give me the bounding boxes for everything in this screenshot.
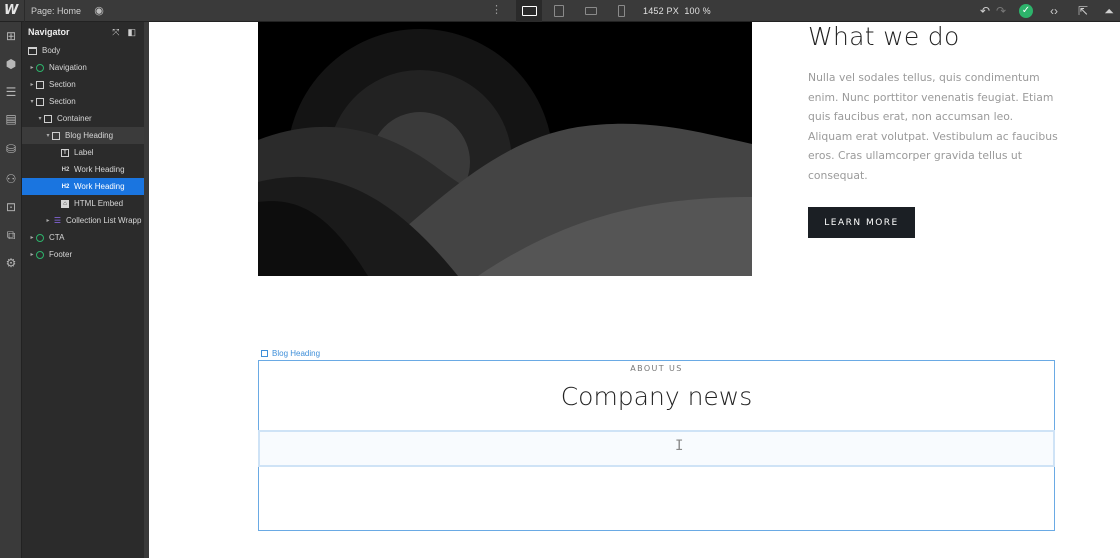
div-block-icon bbox=[52, 131, 60, 140]
tree-item-label: CTA bbox=[49, 233, 65, 242]
mobile-portrait-icon bbox=[617, 5, 625, 17]
navigator-title: Navigator bbox=[28, 27, 70, 37]
tree-item-label: Body bbox=[42, 46, 61, 55]
design-canvas[interactable]: What we do Nulla vel sodales tellus, qui… bbox=[149, 22, 1120, 558]
tablet-icon bbox=[554, 5, 564, 17]
symbol-icon bbox=[36, 250, 44, 259]
dock-panel-icon[interactable]: ◧ bbox=[127, 27, 136, 38]
assets-icon[interactable]: ⧉ bbox=[3, 227, 19, 243]
tree-item-label-element[interactable]: T Label bbox=[22, 144, 144, 161]
text-block-icon: T bbox=[61, 148, 69, 157]
mobile-landscape-icon bbox=[585, 7, 597, 15]
tree-item-label: Label bbox=[74, 148, 94, 157]
users-icon[interactable]: ⚇ bbox=[3, 171, 19, 187]
tree-item-label: Collection List Wrapp bbox=[66, 216, 142, 225]
pages-icon[interactable]: ▤ bbox=[3, 111, 19, 127]
expand-caret-icon[interactable]: ▸ bbox=[44, 217, 52, 224]
code-icon[interactable]: ‹› bbox=[1046, 3, 1062, 19]
tablet-breakpoint-button[interactable] bbox=[546, 0, 572, 22]
learn-more-button[interactable]: LEARN MORE bbox=[808, 207, 915, 238]
collapse-caret-icon[interactable]: ▾ bbox=[36, 115, 44, 122]
tree-item-html-embed[interactable]: ⌂ HTML Embed bbox=[22, 195, 144, 212]
collection-icon: ☰ bbox=[53, 216, 62, 225]
canvas-zoom: 100 % bbox=[684, 6, 711, 16]
what-we-do-heading[interactable]: What we do bbox=[808, 22, 960, 51]
embed-icon: ⌂ bbox=[61, 199, 69, 208]
abstract-hills-image bbox=[258, 22, 752, 276]
top-toolbar: W Page: Home ◉ ⋮ 1452 PX 100 % ↶ ↷ ✓ ‹› … bbox=[0, 0, 1120, 22]
mobile-portrait-breakpoint-button[interactable] bbox=[608, 0, 634, 22]
symbol-icon bbox=[36, 233, 44, 242]
redo-icon[interactable]: ↷ bbox=[993, 3, 1009, 19]
webflow-logo[interactable]: W bbox=[4, 3, 20, 19]
tree-item-navigation[interactable]: ▸ Navigation bbox=[22, 59, 144, 76]
what-we-do-paragraph[interactable]: Nulla vel sodales tellus, quis condiment… bbox=[808, 68, 1058, 186]
work-heading-editing[interactable]: I bbox=[258, 430, 1055, 467]
section-icon bbox=[36, 97, 44, 106]
expand-caret-icon[interactable]: ▸ bbox=[28, 64, 36, 71]
more-options-icon[interactable]: ⋮ bbox=[491, 3, 502, 16]
tree-item-label: Container bbox=[57, 114, 92, 123]
desktop-icon bbox=[521, 6, 537, 16]
navigator-header: Navigator ⤧ ◧ bbox=[22, 22, 144, 42]
blog-heading-block[interactable]: ABOUT US Company news I bbox=[258, 360, 1055, 531]
tree-item-container[interactable]: ▾ Container bbox=[22, 110, 144, 127]
components-icon[interactable]: ⬢ bbox=[3, 56, 19, 72]
tree-item-label: Work Heading bbox=[74, 182, 125, 191]
tree-item-label: Footer bbox=[49, 250, 73, 259]
desktop-breakpoint-button[interactable] bbox=[516, 0, 542, 22]
div-block-icon bbox=[261, 350, 268, 357]
tree-item-blog-heading[interactable]: ▾ Blog Heading bbox=[22, 127, 144, 144]
heading-h2-icon: H2 bbox=[61, 183, 70, 190]
canvas-width: 1452 PX bbox=[643, 6, 679, 16]
tree-item-label: Blog Heading bbox=[65, 131, 114, 140]
ecommerce-icon[interactable]: ⊡ bbox=[3, 199, 19, 215]
collapse-all-icon[interactable]: ⤧ bbox=[112, 27, 119, 38]
section-icon bbox=[36, 80, 44, 89]
tree-item-work-heading-selected[interactable]: H2 Work Heading bbox=[22, 178, 144, 195]
tree-item-section[interactable]: ▸ Section bbox=[22, 76, 144, 93]
page-selector[interactable]: Page: Home bbox=[24, 0, 81, 22]
add-icon[interactable]: ⊞ bbox=[3, 28, 19, 44]
text-cursor-icon: I bbox=[675, 438, 684, 454]
about-us-label[interactable]: ABOUT US bbox=[259, 364, 1054, 373]
collapse-caret-icon[interactable]: ▾ bbox=[28, 98, 36, 105]
expand-caret-icon[interactable]: ▸ bbox=[28, 81, 36, 88]
hills-illustration bbox=[258, 22, 752, 276]
navigator-icon[interactable]: ☰ bbox=[3, 84, 19, 100]
tree-item-collection-list-wrapper[interactable]: ▸ ☰ Collection List Wrapp bbox=[22, 212, 144, 229]
collapse-caret-icon[interactable]: ▾ bbox=[44, 132, 52, 139]
tree-item-label: Navigation bbox=[49, 63, 87, 72]
heading-h2-icon: H2 bbox=[61, 166, 70, 173]
company-news-heading[interactable]: Company news bbox=[259, 382, 1054, 411]
left-tool-rail: ⊞ ⬢ ☰ ▤ ⛁ ⚇ ⊡ ⧉ ⚙ bbox=[0, 22, 22, 558]
tree-item-work-heading[interactable]: H2 Work Heading bbox=[22, 161, 144, 178]
tree-item-body[interactable]: Body bbox=[22, 42, 144, 59]
expand-caret-icon[interactable]: ▸ bbox=[28, 234, 36, 241]
tree-item-label: Section bbox=[49, 97, 76, 106]
tree-item-label: HTML Embed bbox=[74, 199, 124, 208]
undo-icon[interactable]: ↶ bbox=[977, 3, 993, 19]
saved-check-icon: ✓ bbox=[1019, 4, 1033, 18]
tree-item-section[interactable]: ▾ Section bbox=[22, 93, 144, 110]
selection-label-text: Blog Heading bbox=[272, 349, 321, 358]
tree-item-label: Work Heading bbox=[74, 165, 125, 174]
container-icon bbox=[44, 114, 52, 123]
preview-eye-icon[interactable]: ◉ bbox=[92, 4, 106, 18]
cms-icon[interactable]: ⛁ bbox=[3, 141, 19, 157]
tree-item-footer[interactable]: ▸ Footer bbox=[22, 246, 144, 263]
expand-caret-icon[interactable]: ▸ bbox=[28, 251, 36, 258]
canvas-size-readout: 1452 PX 100 % bbox=[643, 0, 711, 22]
tree-item-cta[interactable]: ▸ CTA bbox=[22, 229, 144, 246]
symbol-icon bbox=[36, 63, 44, 72]
body-icon bbox=[28, 46, 37, 55]
navigator-panel: Navigator ⤧ ◧ Body ▸ Navigation ▸ Sectio… bbox=[22, 22, 144, 558]
publish-icon[interactable]: ⏶ bbox=[1101, 3, 1117, 19]
mobile-landscape-breakpoint-button[interactable] bbox=[578, 0, 604, 22]
tree-item-label: Section bbox=[49, 80, 76, 89]
element-selection-label[interactable]: Blog Heading bbox=[261, 349, 320, 358]
settings-icon[interactable]: ⚙ bbox=[3, 255, 19, 271]
export-icon[interactable]: ⇱ bbox=[1075, 3, 1091, 19]
